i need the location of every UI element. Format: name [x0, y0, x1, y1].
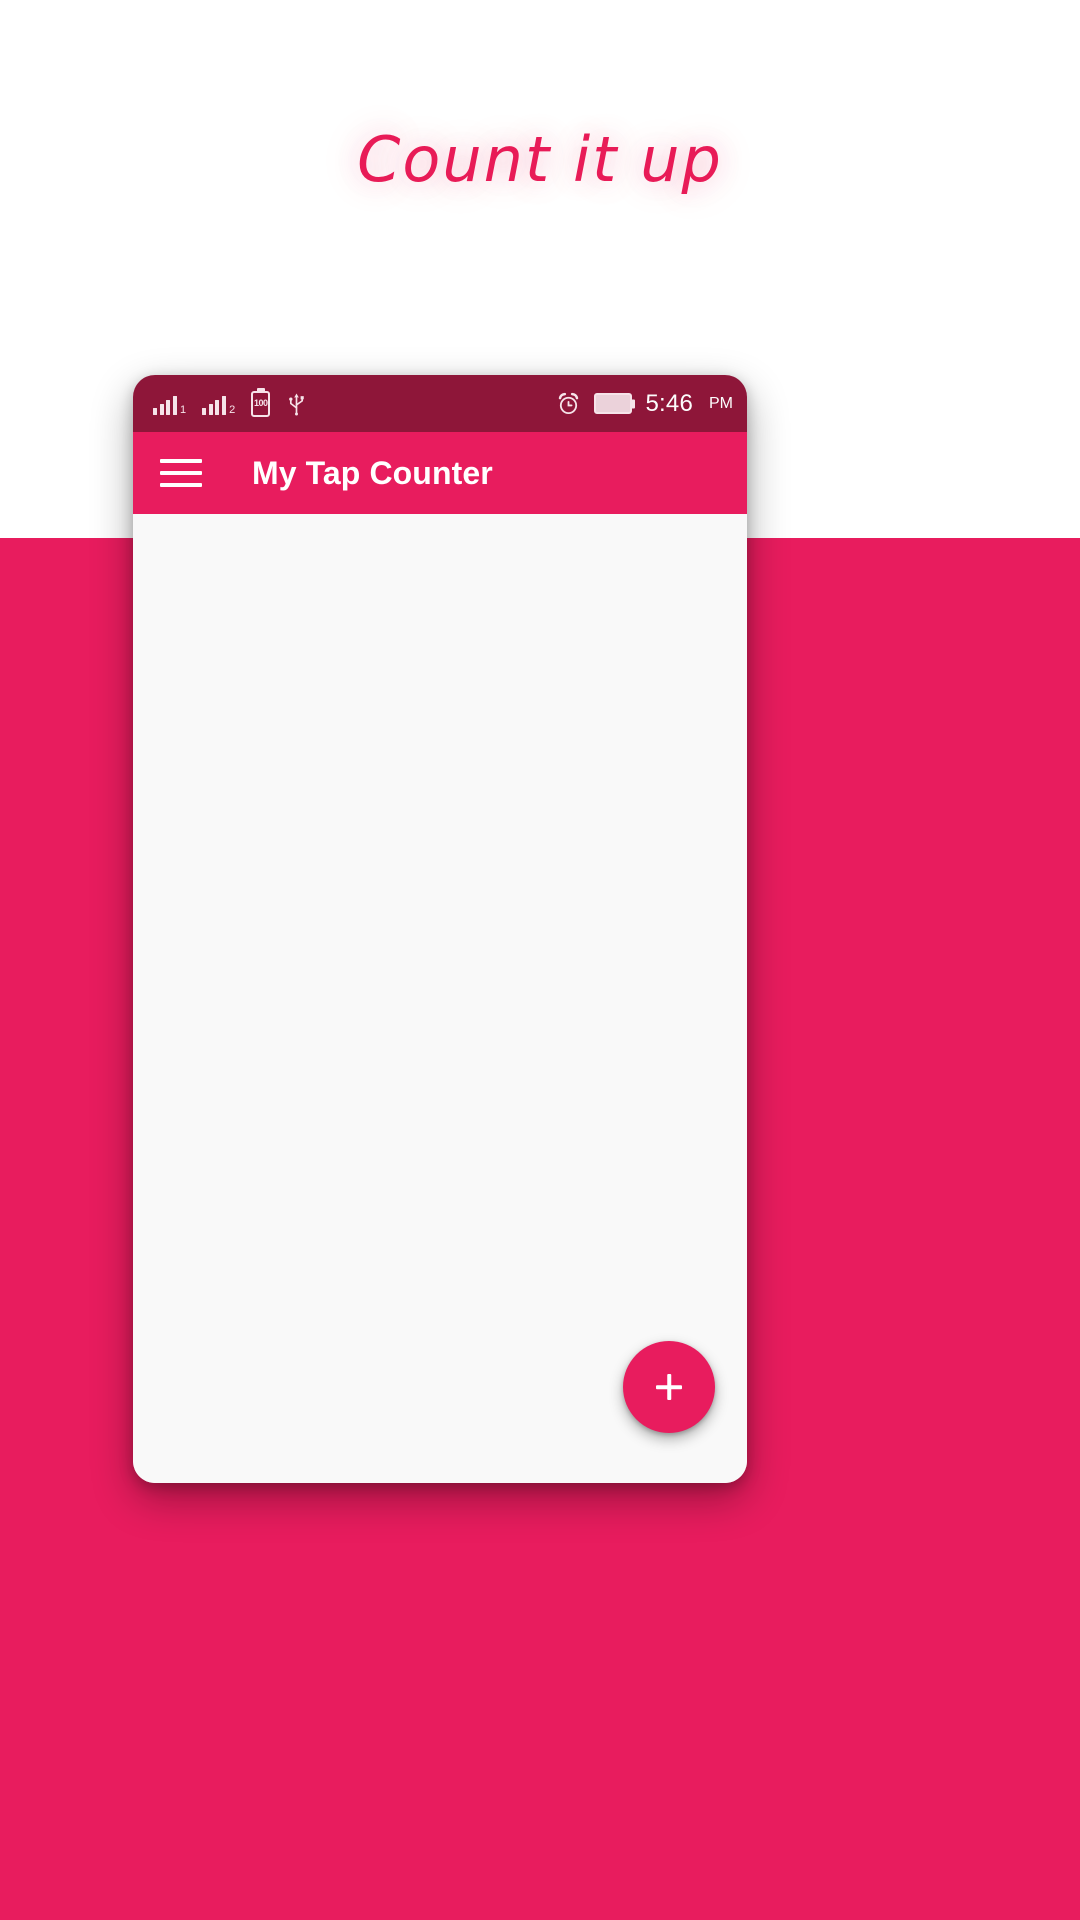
signal-bars-sim2-icon: 2 [202, 393, 235, 415]
status-bar-clock: 5:46 [645, 389, 693, 417]
menu-line [160, 459, 202, 463]
menu-line [160, 483, 202, 487]
sim1-label: 1 [180, 403, 187, 416]
signal-bars-sim1-icon: 1 [153, 393, 186, 415]
battery-percent-label: 100 [253, 398, 268, 408]
content-area [133, 514, 747, 1483]
phone-mockup: 1 2 100 5:46 PM My Tap Counter [133, 375, 747, 1483]
status-bar: 1 2 100 5:46 PM [133, 375, 747, 432]
app-bar: My Tap Counter [133, 432, 747, 514]
status-bar-ampm: PM [709, 394, 733, 412]
app-bar-title: My Tap Counter [252, 454, 493, 491]
add-counter-fab[interactable] [623, 1341, 715, 1433]
battery-full-icon [594, 393, 633, 414]
status-bar-right-icons: 5:46 PM [556, 391, 733, 416]
promo-headline: Count it up [357, 123, 723, 196]
battery-percent-icon: 100 [251, 390, 271, 417]
hamburger-menu-icon[interactable] [160, 453, 206, 493]
counter-list[interactable] [133, 514, 747, 1483]
menu-line [160, 471, 202, 475]
alarm-clock-icon [556, 391, 581, 416]
status-bar-left-icons: 1 2 100 [153, 390, 307, 417]
sim2-label: 2 [229, 403, 236, 416]
plus-icon [653, 1371, 685, 1403]
usb-icon [286, 391, 307, 416]
